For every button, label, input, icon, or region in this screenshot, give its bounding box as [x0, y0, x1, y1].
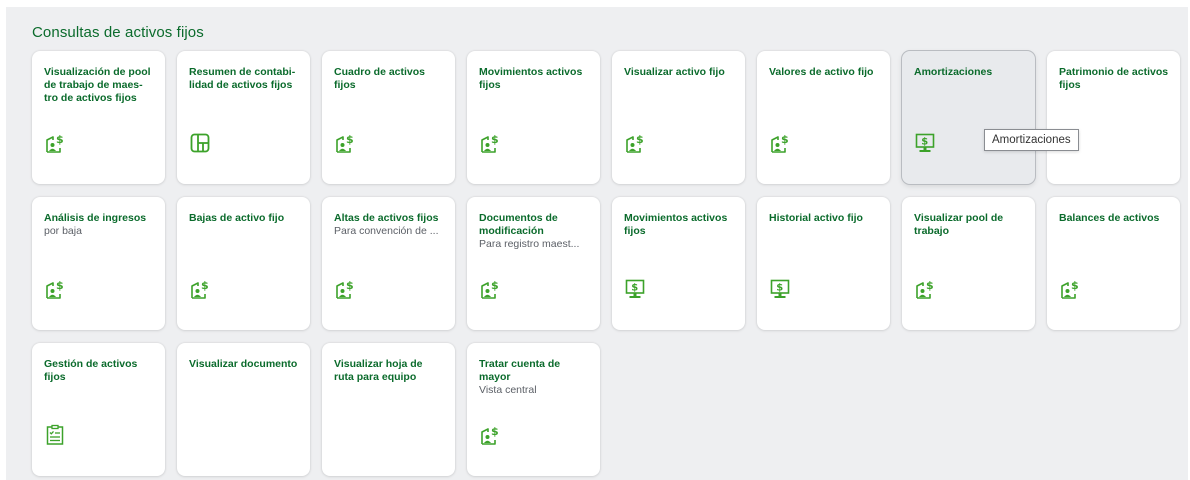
- tile-balances-de-activos[interactable]: Balances de activos $: [1047, 197, 1180, 330]
- tile-resumen-de-contabi-lidad-de-activos-fijos[interactable]: Resumen de contabi-lidad de activos fijo…: [177, 51, 310, 184]
- tile-title: Valores de activo fijo: [769, 66, 880, 79]
- monitor-money-icon: $: [624, 278, 646, 300]
- tile-title: Visualizar hoja de ruta para equipo: [334, 358, 445, 384]
- tile-documentos-de-modificacion[interactable]: Documentos de modificación Para registro …: [467, 197, 600, 330]
- tile-title-text: Cuadro de activos fijos: [334, 66, 426, 91]
- tile-title-text: Balances de activos: [1059, 212, 1160, 224]
- tile-title-text: Amortizaciones: [914, 66, 993, 78]
- asset-money-icon: $: [479, 132, 501, 154]
- svg-text:$: $: [781, 133, 789, 146]
- asset-money-icon: $: [189, 278, 211, 300]
- tile-historial-activo-fijo[interactable]: Historial activo fijo $: [757, 197, 890, 330]
- asset-money-icon: $: [479, 278, 501, 300]
- svg-text:$: $: [201, 279, 209, 292]
- tile-title-text: Tratar cuenta de mayor: [479, 358, 561, 383]
- asset-money-icon: $: [1059, 278, 1081, 300]
- asset-money-icon: $: [914, 278, 936, 300]
- section-title: Consultas de activos fijos: [32, 24, 204, 41]
- svg-text:$: $: [921, 137, 928, 148]
- asset-money-icon: $: [479, 424, 501, 446]
- tile-title: Historial activo fijo: [769, 212, 880, 225]
- tile-cuadro-de-activos-fijos[interactable]: Cuadro de activos fijos $: [322, 51, 455, 184]
- tile-title: Cuadro de activos fijos: [334, 66, 445, 92]
- checklist-icon: [44, 424, 66, 446]
- tile-title: Análisis de ingresos por baja: [44, 212, 155, 238]
- monitor-money-icon: $: [914, 132, 936, 154]
- dashboard-icon: [189, 132, 211, 154]
- tile-title: Visualizar documento: [189, 358, 300, 371]
- tile-patrimonio-de-activos-fijos[interactable]: Patrimonio de activos fijos: [1047, 51, 1180, 184]
- tile-title: Visualizar pool de trabajo: [914, 212, 1025, 238]
- tile-title: Visualización de pool de trabajo de maes…: [44, 66, 155, 105]
- svg-text:$: $: [631, 283, 638, 294]
- svg-text:$: $: [346, 133, 354, 146]
- tile-grid: Visualización de pool de trabajo de maes…: [32, 51, 1180, 476]
- asset-money-icon: $: [769, 132, 791, 154]
- svg-text:$: $: [636, 133, 644, 146]
- tile-valores-de-activo-fijo[interactable]: Valores de activo fijo $: [757, 51, 890, 184]
- monitor-money-icon: $: [769, 278, 791, 300]
- tile-title: Movimientos activos fijos: [479, 66, 590, 92]
- tile-subtitle: Para registro maest...: [479, 238, 580, 250]
- tile-bajas-de-activo-fijo[interactable]: Bajas de activo fijo $: [177, 197, 310, 330]
- svg-text:$: $: [491, 133, 499, 146]
- tile-visualizar-pool-de-trabajo[interactable]: Visualizar pool de trabajo $: [902, 197, 1035, 330]
- tile-movimientos-activos-fijos[interactable]: Movimientos activos fijos $: [467, 51, 600, 184]
- tile-tratar-cuenta-de-mayor[interactable]: Tratar cuenta de mayor Vista central $: [467, 343, 600, 476]
- asset-money-icon: $: [44, 132, 66, 154]
- tile-title: Gestión de activos fijos: [44, 358, 155, 384]
- tile-title-text: Gestión de activos fijos: [44, 358, 138, 383]
- svg-text:$: $: [926, 279, 934, 292]
- svg-text:$: $: [56, 133, 64, 146]
- tile-title-text: Movimientos activos fijos: [479, 66, 583, 91]
- svg-text:$: $: [491, 425, 499, 438]
- asset-money-icon: $: [624, 132, 646, 154]
- tile-title-text: Visualización de pool de trabajo de maes…: [44, 66, 151, 104]
- tile-visualizacion-de-pool-de-trabajo-de-maes-tro-de-activos-fijos[interactable]: Visualización de pool de trabajo de maes…: [32, 51, 165, 184]
- tile-title-text: Movimientos activos fijos: [624, 212, 728, 237]
- tile-title-text: Valores de activo fijo: [769, 66, 874, 78]
- tile-subtitle: Para convención de ...: [334, 225, 439, 237]
- tile-title-text: Visualizar documento: [189, 358, 298, 370]
- tile-title-text: Bajas de activo fijo: [189, 212, 285, 224]
- tile-analisis-de-ingresos[interactable]: Análisis de ingresos por baja $: [32, 197, 165, 330]
- tile-visualizar-hoja-de-ruta-para-equipo[interactable]: Visualizar hoja de ruta para equipo: [322, 343, 455, 476]
- tile-subtitle: por baja: [44, 225, 82, 237]
- tile-title-text: Documentos de modificación: [479, 212, 558, 237]
- tile-title: Resumen de contabi-lidad de activos fijo…: [189, 66, 300, 92]
- asset-money-icon: $: [334, 132, 356, 154]
- svg-text:$: $: [491, 279, 499, 292]
- tile-title-text: Visualizar activo fijo: [624, 66, 725, 78]
- svg-text:$: $: [776, 283, 783, 294]
- tile-movimientos-activos-fijos[interactable]: Movimientos activos fijos $: [612, 197, 745, 330]
- tile-title: Balances de activos: [1059, 212, 1170, 225]
- tile-gestion-de-activos-fijos[interactable]: Gestión de activos fijos: [32, 343, 165, 476]
- tile-title: Documentos de modificación Para registro …: [479, 212, 590, 251]
- tooltip: Amortizaciones: [984, 129, 1079, 151]
- tile-title: Patrimonio de activos fijos: [1059, 66, 1170, 92]
- tile-title: Amortizaciones: [914, 66, 1025, 79]
- tile-altas-de-activos-fijos[interactable]: Altas de activos fijos Para convención de…: [322, 197, 455, 330]
- tile-title: Tratar cuenta de mayor Vista central: [479, 358, 590, 397]
- tile-amortizaciones[interactable]: Amortizaciones $: [902, 51, 1035, 184]
- asset-money-icon: $: [44, 278, 66, 300]
- tile-visualizar-activo-fijo[interactable]: Visualizar activo fijo $: [612, 51, 745, 184]
- tile-title: Visualizar activo fijo: [624, 66, 735, 79]
- svg-text:$: $: [1071, 279, 1079, 292]
- tile-title-text: Visualizar hoja de ruta para equipo: [334, 358, 423, 383]
- svg-text:$: $: [346, 279, 354, 292]
- tile-title: Movimientos activos fijos: [624, 212, 735, 238]
- asset-money-icon: $: [334, 278, 356, 300]
- tile-title-text: Análisis de ingresos: [44, 212, 147, 224]
- tile-title-text: Patrimonio de activos fijos: [1059, 66, 1169, 91]
- tile-title-text: Historial activo fijo: [769, 212, 863, 224]
- tile-title: Altas de activos fijos Para convención de…: [334, 212, 445, 238]
- svg-text:$: $: [56, 279, 64, 292]
- tile-title-text: Altas de activos fijos: [334, 212, 439, 224]
- tile-visualizar-documento[interactable]: Visualizar documento: [177, 343, 310, 476]
- tile-subtitle: Vista central: [479, 384, 537, 396]
- tile-title: Bajas de activo fijo: [189, 212, 300, 225]
- tile-title-text: Visualizar pool de trabajo: [914, 212, 1004, 237]
- tile-title-text: Resumen de contabi-lidad de activos fijo…: [189, 66, 296, 91]
